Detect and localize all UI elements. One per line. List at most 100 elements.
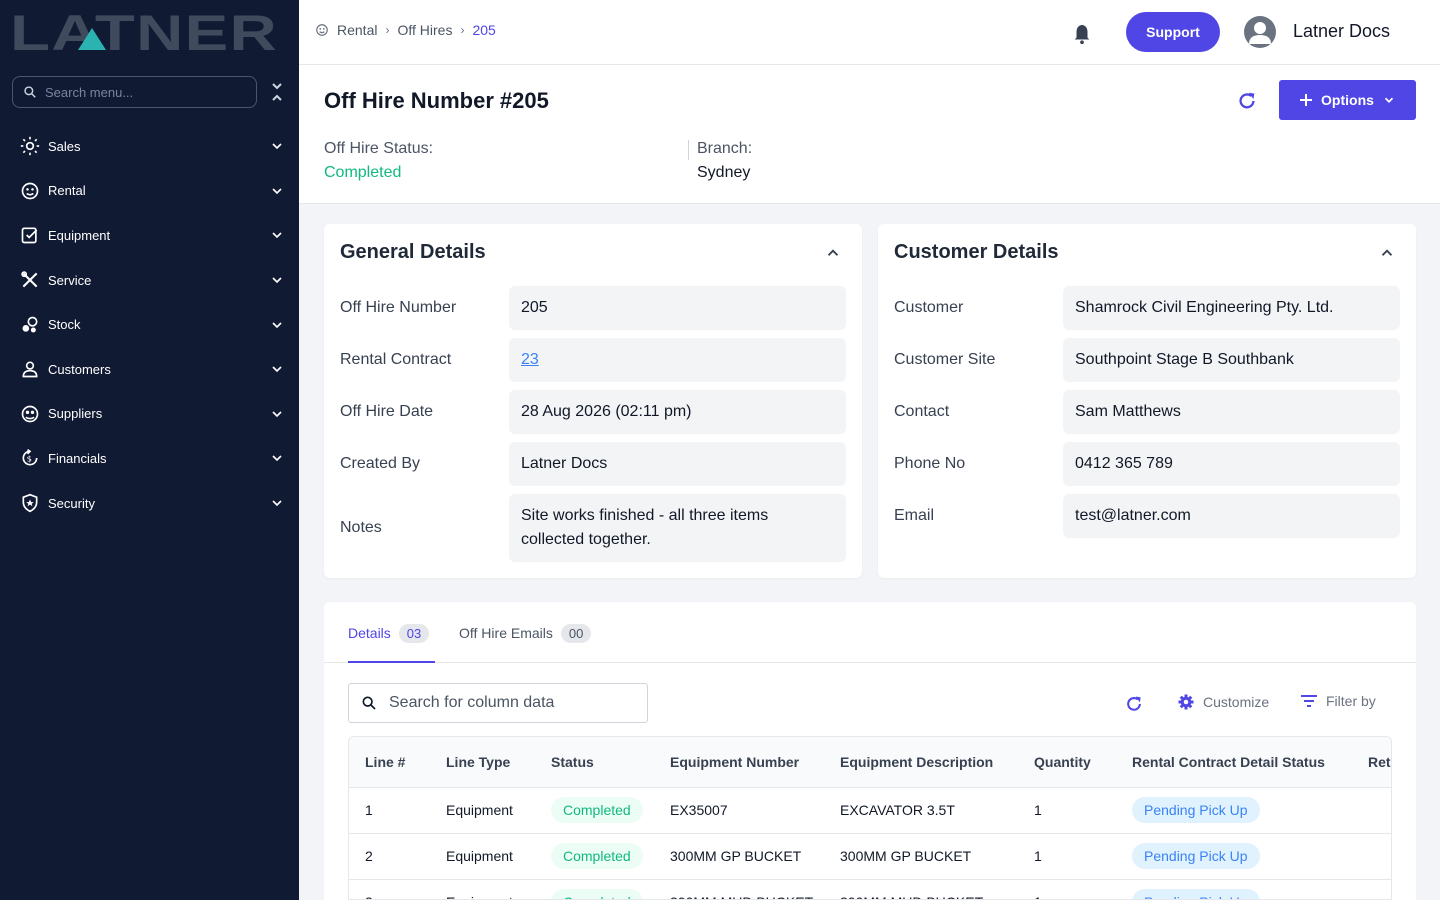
chevron-down-icon bbox=[1384, 97, 1394, 103]
cell-line-type: Equipment bbox=[430, 879, 535, 899]
branch-block: Branch: Sydney bbox=[697, 140, 752, 182]
table-refresh-button[interactable] bbox=[1124, 693, 1144, 715]
status-label: Off Hire Status: bbox=[324, 140, 434, 157]
collapse-card-button[interactable] bbox=[1378, 244, 1396, 262]
field-phone-no: Phone No 0412 365 789 bbox=[894, 442, 1400, 486]
menu-search-input[interactable] bbox=[45, 84, 235, 100]
field-email: Email test@latner.com bbox=[894, 494, 1400, 538]
options-button[interactable]: Options bbox=[1279, 80, 1416, 120]
field-label: Phone No bbox=[894, 455, 966, 472]
table-search[interactable] bbox=[348, 683, 648, 723]
field-label: Off Hire Date bbox=[340, 403, 434, 420]
divider bbox=[324, 662, 1416, 663]
status-badge: Pending Pick Up bbox=[1132, 797, 1260, 823]
sidebar-item-label: Rental bbox=[48, 183, 86, 199]
user-name[interactable]: Latner Docs bbox=[1293, 21, 1390, 42]
cell-equipment-description: 300MM GP BUCKET bbox=[824, 833, 1018, 880]
card-title: Customer Details bbox=[894, 241, 1059, 263]
column-header[interactable]: Ret bbox=[1352, 737, 1391, 788]
rental-icon bbox=[316, 24, 328, 36]
filter-button[interactable]: Filter by bbox=[1300, 693, 1376, 709]
latner-logo[interactable]: LATNER bbox=[10, 5, 280, 61]
sidebar-item-customers[interactable]: Customers bbox=[0, 347, 299, 392]
column-header[interactable]: Status bbox=[535, 737, 654, 788]
field-label: Notes bbox=[340, 519, 382, 536]
breadcrumb: Rental › Off Hires › 205 bbox=[315, 22, 496, 38]
svg-text:$: $ bbox=[27, 454, 32, 464]
active-tab-indicator bbox=[348, 661, 435, 663]
notifications-button[interactable] bbox=[1071, 22, 1093, 46]
status-block: Off Hire Status: Completed bbox=[324, 140, 433, 182]
general-details-card: General Details Off Hire Number 205 Rent… bbox=[324, 224, 862, 578]
field-off-hire-number: Off Hire Number 205 bbox=[340, 286, 846, 330]
tab-label: Details bbox=[348, 625, 391, 641]
table-row[interactable]: 3 Equipment Completed 300MM MUD BUCKET 3… bbox=[349, 879, 1391, 899]
sidebar-item-label: Financials bbox=[48, 450, 107, 466]
table-scroll-area[interactable]: Line # Line Type Status Equipment Number… bbox=[348, 736, 1392, 900]
chevron-down-icon bbox=[272, 143, 282, 150]
cell-equipment-description: EXCAVATOR 3.5T bbox=[824, 787, 1018, 834]
chevron-down-icon bbox=[272, 322, 282, 328]
sidebar-item-service[interactable]: Service bbox=[0, 258, 299, 303]
status-badge: Pending Pick Up bbox=[1132, 889, 1260, 899]
column-header[interactable]: Rental Contract Detail Status bbox=[1116, 737, 1352, 788]
breadcrumb-off-hires[interactable]: Off Hires bbox=[397, 22, 452, 38]
field-label: Off Hire Number bbox=[340, 299, 457, 316]
chevron-down-icon bbox=[272, 277, 282, 284]
filter-icon bbox=[1301, 695, 1317, 707]
collapse-menu-button[interactable] bbox=[268, 80, 286, 104]
field-value: Latner Docs bbox=[509, 442, 846, 486]
breadcrumb-rental[interactable]: Rental bbox=[337, 22, 377, 38]
table-search-input[interactable] bbox=[389, 694, 629, 712]
table-row[interactable]: 1 Equipment Completed EX35007 EXCAVATOR … bbox=[349, 787, 1391, 834]
tab-off-hire-emails[interactable]: Off Hire Emails 00 bbox=[459, 622, 592, 644]
cell-line-type: Equipment bbox=[430, 833, 535, 880]
sidebar-item-rental[interactable]: Rental bbox=[0, 169, 299, 214]
search-icon bbox=[24, 86, 36, 98]
column-header[interactable]: Line Type bbox=[430, 737, 535, 788]
sidebar-item-stock[interactable]: Stock bbox=[0, 302, 299, 347]
refresh-button[interactable] bbox=[1236, 90, 1258, 112]
field-value: Shamrock Civil Engineering Pty. Ltd. bbox=[1063, 286, 1400, 330]
table-row[interactable]: 2 Equipment Completed 300MM GP BUCKET 30… bbox=[349, 833, 1391, 880]
cell-rc-detail-status: Pending Pick Up bbox=[1116, 833, 1352, 880]
status-badge: Pending Pick Up bbox=[1132, 843, 1260, 869]
branch-value: Sydney bbox=[697, 164, 751, 181]
sidebar-item-security[interactable]: Security bbox=[0, 481, 299, 526]
column-header[interactable]: Quantity bbox=[1018, 737, 1116, 788]
tab-details[interactable]: Details 03 bbox=[348, 622, 430, 644]
financials-icon: $ bbox=[19, 447, 41, 469]
suppliers-icon bbox=[19, 403, 41, 425]
customize-button[interactable]: Customize bbox=[1177, 693, 1269, 711]
sidebar-item-financials[interactable]: $ Financials bbox=[0, 436, 299, 481]
column-header[interactable]: Line # bbox=[349, 737, 430, 788]
sidebar-item-label: Stock bbox=[48, 317, 81, 333]
cell-equipment-description: 300MM MUD BUCKET bbox=[824, 879, 1018, 899]
menu-search[interactable] bbox=[12, 76, 257, 108]
cell-line: 3 bbox=[349, 879, 430, 899]
column-header[interactable]: Equipment Description bbox=[824, 737, 1018, 788]
collapse-card-button[interactable] bbox=[824, 244, 842, 262]
status-badge: Completed bbox=[551, 843, 643, 869]
support-button[interactable]: Support bbox=[1126, 12, 1220, 52]
sidebar-item-label: Customers bbox=[48, 361, 111, 377]
field-value: Southpoint Stage B Southbank bbox=[1063, 338, 1400, 382]
cell-equipment-number: EX35007 bbox=[654, 787, 824, 834]
avatar[interactable] bbox=[1244, 16, 1276, 48]
cell-line-type: Equipment bbox=[430, 787, 535, 834]
sidebar-item-suppliers[interactable]: Suppliers bbox=[0, 392, 299, 437]
sidebar-item-sales[interactable]: Sales bbox=[0, 124, 299, 169]
sidebar-item-equipment[interactable]: Equipment bbox=[0, 213, 299, 258]
sidebar-item-label: Sales bbox=[48, 138, 81, 154]
field-label: Customer Site bbox=[894, 351, 996, 368]
rental-contract-link[interactable]: 23 bbox=[521, 351, 539, 369]
options-label: Options bbox=[1321, 92, 1374, 108]
topbar: Rental › Off Hires › 205 Support Latner … bbox=[299, 0, 1440, 65]
customers-icon bbox=[19, 358, 41, 380]
column-header[interactable]: Equipment Number bbox=[654, 737, 824, 788]
field-value: 0412 365 789 bbox=[1063, 442, 1400, 486]
table-header-row: Line # Line Type Status Equipment Number… bbox=[349, 737, 1391, 788]
page-title: Off Hire Number #205 bbox=[324, 88, 549, 114]
chevron-down-icon bbox=[272, 188, 282, 195]
field-value: 28 Aug 2026 (02:11 pm) bbox=[509, 390, 846, 434]
